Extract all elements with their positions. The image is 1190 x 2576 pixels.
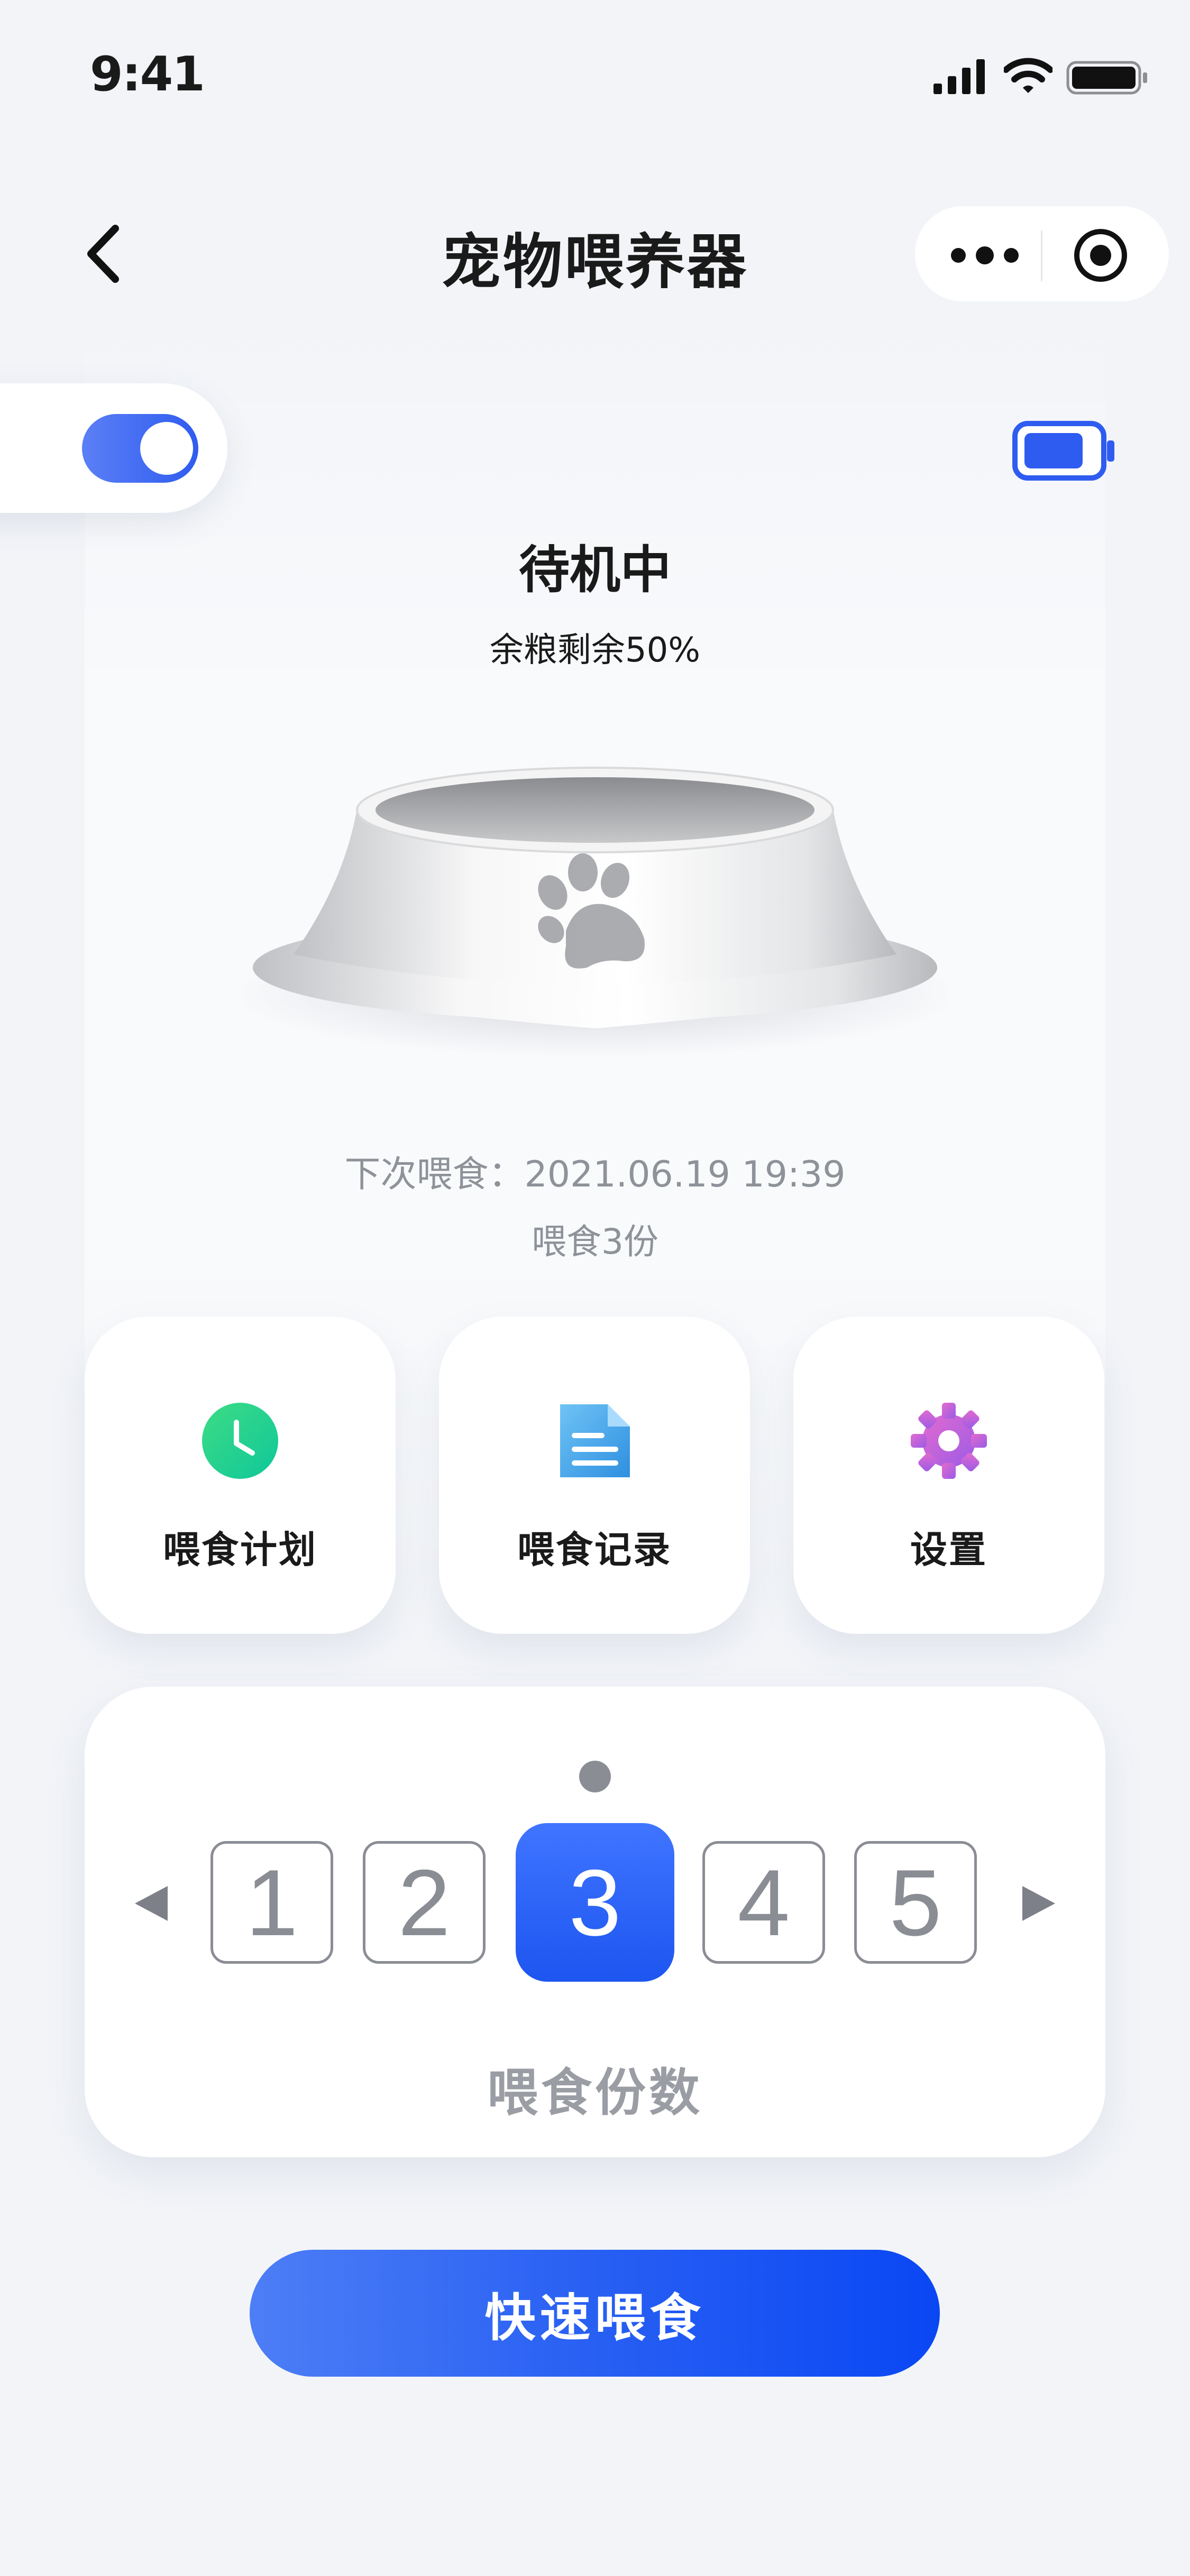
portion-option-3-selected[interactable]: 3 (516, 1823, 674, 1982)
clock-icon (202, 1403, 278, 1479)
portion-label: 喂食份数 (487, 2063, 703, 2122)
portion-option-1[interactable]: 1 (210, 1841, 333, 1964)
pet-bowl-image (243, 767, 947, 1057)
capsule-divider (1041, 231, 1042, 281)
close-target-icon[interactable] (1072, 226, 1130, 284)
wifi-icon (1004, 58, 1052, 93)
device-battery-icon (1012, 421, 1114, 481)
feed-amount: 喂食3份 (532, 1221, 658, 1262)
feed-plan-button[interactable]: 喂食计划 (85, 1317, 396, 1634)
food-remaining: 余粮剩余50% (489, 631, 701, 670)
toggle-knob (140, 422, 193, 475)
power-toggle[interactable] (82, 414, 198, 483)
arrow-right-icon[interactable] (1018, 1885, 1060, 1922)
more-icon[interactable] (948, 237, 1022, 274)
feed-records-label: 喂食记录 (517, 1528, 672, 1571)
feed-records-button[interactable]: 喂食记录 (439, 1317, 750, 1634)
selection-indicator-dot (579, 1761, 611, 1792)
device-status: 待机中 (519, 540, 671, 600)
document-icon (560, 1404, 630, 1477)
portion-option-5[interactable]: 5 (854, 1841, 977, 1964)
next-feed-time: 下次喂食：2021.06.19 19:39 (344, 1154, 846, 1195)
arrow-left-icon[interactable] (130, 1885, 172, 1922)
feed-plan-label: 喂食计划 (163, 1528, 317, 1571)
settings-button[interactable]: 设置 (793, 1317, 1104, 1634)
quick-feed-button[interactable]: 快速喂食 (250, 2250, 940, 2377)
portion-option-4[interactable]: 4 (702, 1841, 825, 1964)
battery-icon (1066, 61, 1147, 95)
portion-option-2[interactable]: 2 (363, 1841, 486, 1964)
signal-icon (933, 59, 985, 94)
settings-label: 设置 (910, 1528, 987, 1571)
status-time: 9:41 (90, 47, 205, 102)
gear-icon (911, 1403, 987, 1479)
